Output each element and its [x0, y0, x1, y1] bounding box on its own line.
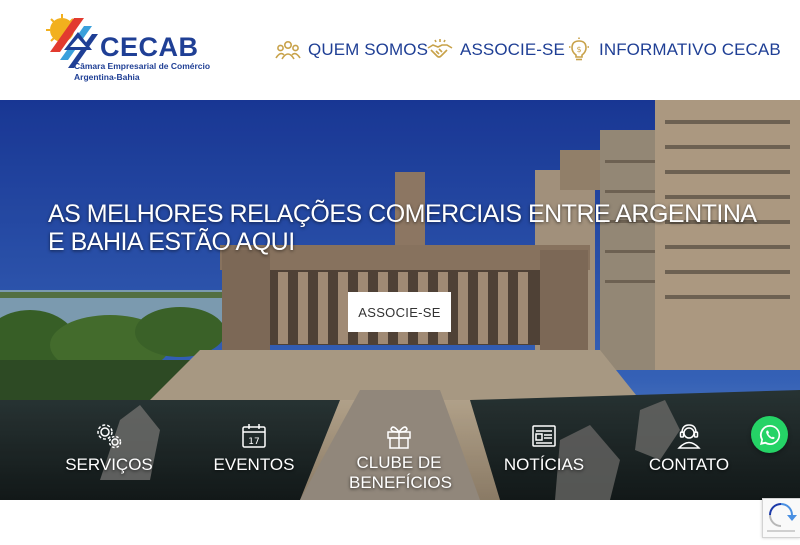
quick-link-label-contato: CONTATO	[648, 455, 730, 474]
cecab-logo[interactable]: CECAB Câmara Empresarial de Comércio Arg…	[44, 12, 219, 84]
quick-link-contato[interactable]: CONTATO	[644, 422, 734, 475]
nav-item-informativo-cecab[interactable]: $ INFORMATIVO CECAB	[566, 37, 781, 63]
site-header: CECAB Câmara Empresarial de Comércio Arg…	[0, 0, 800, 100]
logo-subtitle: Câmara Empresarial de Comércio	[74, 61, 211, 71]
svg-text:17: 17	[248, 437, 259, 447]
nav-label-associe-se: ASSOCIE-SE	[460, 40, 565, 59]
team-icon	[275, 41, 301, 60]
hero-banner: AS MELHORES RELAÇÕES COMERCIAIS ENTRE AR…	[0, 100, 800, 500]
nav-label-quem-somos: QUEM SOMOS	[308, 40, 429, 59]
nav-item-associe-se[interactable]: ASSOCIE-SE	[427, 37, 565, 63]
main-nav-informativo: $ INFORMATIVO CECAB	[566, 36, 781, 64]
hero-title: AS MELHORES RELAÇÕES COMERCIAIS ENTRE AR…	[48, 200, 756, 256]
recaptcha-badge[interactable]	[762, 498, 800, 538]
handshake-icon	[427, 39, 453, 58]
associe-se-button[interactable]: ASSOCIE-SE	[348, 292, 451, 332]
quick-link-servicos[interactable]: SERVIÇOS	[62, 422, 156, 475]
whatsapp-icon	[759, 424, 780, 445]
logo-name: CECAB	[100, 32, 199, 62]
lightbulb-icon: $	[569, 37, 589, 61]
main-nav: QUEM SOMOS	[275, 36, 428, 64]
support-agent-icon	[677, 424, 701, 449]
quick-link-clube-de-beneficios[interactable]: CLUBE DE BENEFÍCIOS	[349, 422, 452, 493]
gift-icon	[387, 426, 411, 449]
calendar-icon: 17	[242, 424, 266, 448]
nav-item-quem-somos[interactable]: QUEM SOMOS	[275, 37, 428, 63]
gears-icon	[97, 424, 122, 449]
recaptcha-icon	[767, 503, 797, 532]
next-section-heading-fragment	[44, 538, 124, 545]
nav-label-informativo-cecab: INFORMATIVO CECAB	[599, 40, 781, 59]
quick-link-label-clube-de-beneficios: CLUBE DE BENEFÍCIOS	[349, 453, 452, 492]
logo-subtitle-region: Argentina-Bahia	[74, 72, 140, 82]
quick-link-label-servicos: SERVIÇOS	[65, 455, 153, 474]
quick-link-label-eventos: EVENTOS	[213, 455, 295, 474]
svg-text:$: $	[576, 45, 581, 54]
whatsapp-chat-button[interactable]	[751, 416, 788, 453]
newspaper-icon	[532, 425, 556, 447]
quick-link-label-noticias: NOTÍCIAS	[503, 455, 585, 474]
quick-link-noticias[interactable]: NOTÍCIAS	[499, 422, 589, 475]
quick-link-eventos[interactable]: 17 EVENTOS	[210, 422, 298, 475]
main-nav-associe: ASSOCIE-SE	[427, 36, 565, 64]
